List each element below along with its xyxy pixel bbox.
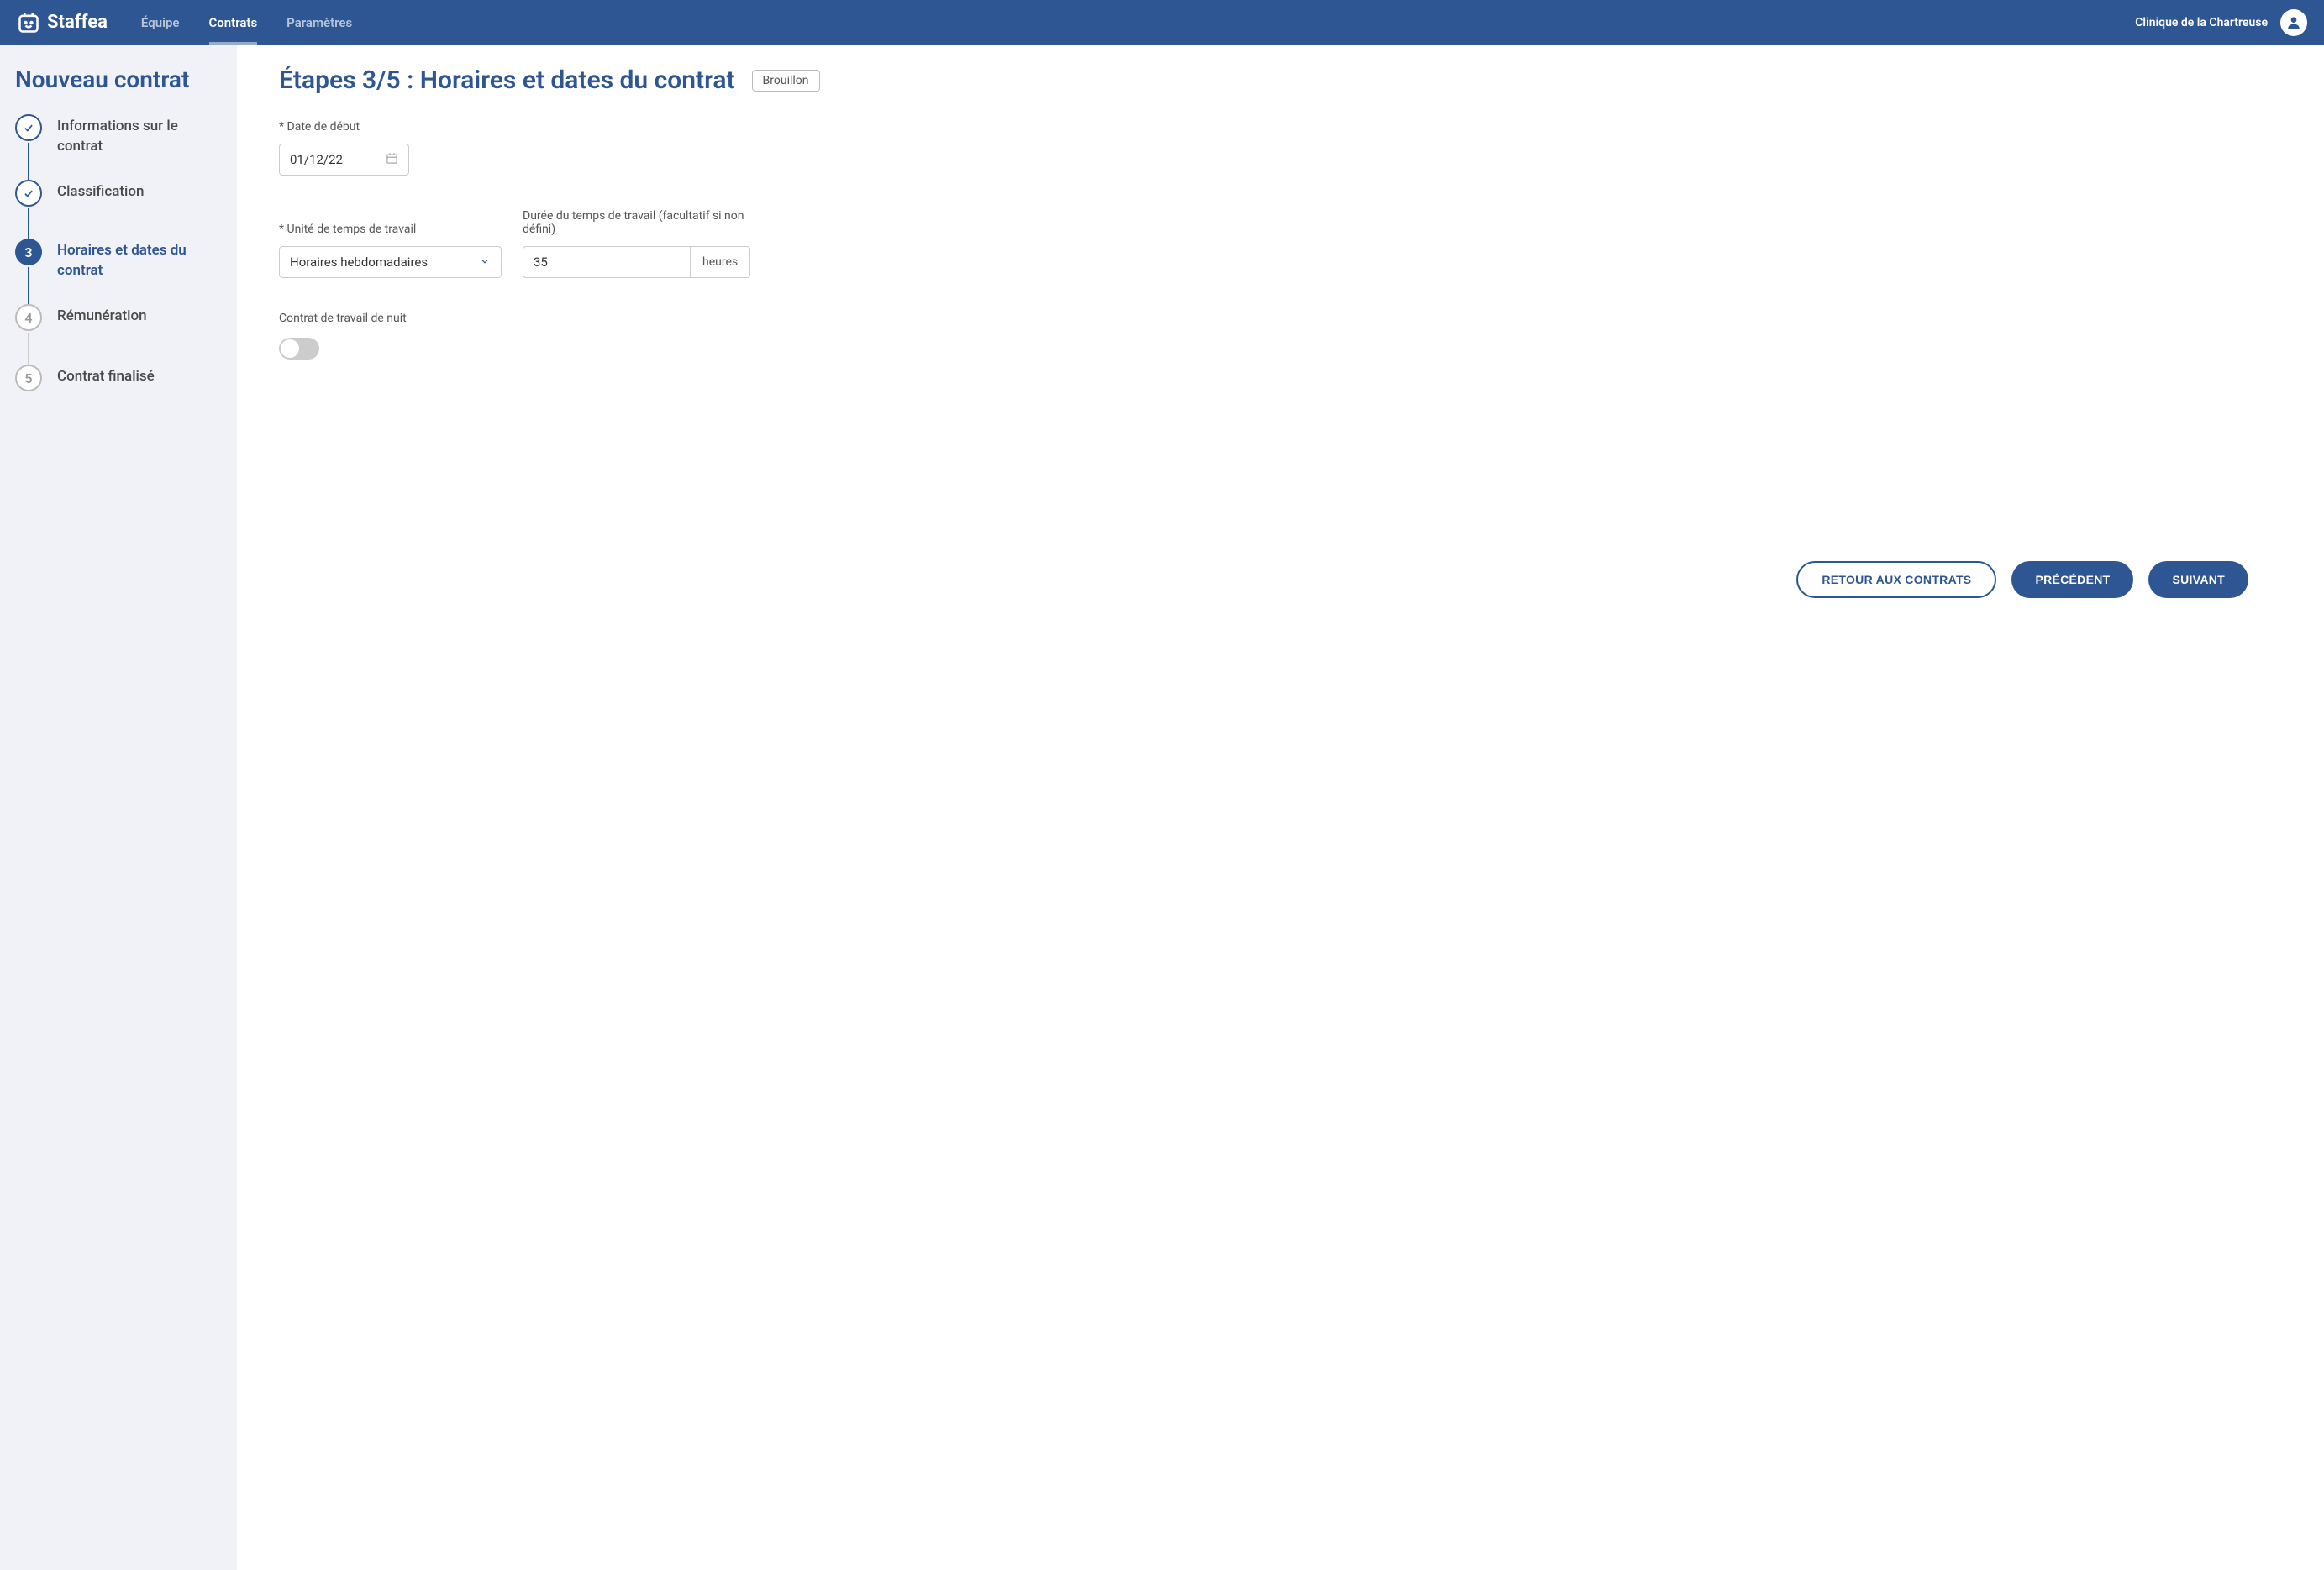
user-avatar[interactable] xyxy=(2280,9,2307,36)
chevron-down-icon xyxy=(479,255,491,270)
check-icon xyxy=(15,114,42,141)
nav-contracts[interactable]: Contrats xyxy=(209,0,258,45)
main-nav: Équipe Contrats Paramètres xyxy=(141,0,352,45)
calendar-icon xyxy=(386,152,398,168)
step-number: 4 xyxy=(15,304,42,331)
night-work-label: Contrat de travail de nuit xyxy=(279,312,2282,325)
duration-label: Durée du temps de travail (facultatif si… xyxy=(523,209,754,236)
night-work-toggle[interactable] xyxy=(279,338,319,360)
page-title: Étapes 3/5 : Horaires et dates du contra… xyxy=(279,66,735,95)
wizard-step-5[interactable]: 5 Contrat finalisé xyxy=(15,365,237,408)
brand-logo: Staffea xyxy=(17,11,108,34)
previous-button[interactable]: PRÉCÉDENT xyxy=(2011,561,2133,598)
time-unit-select[interactable]: Horaires hebdomadaires xyxy=(279,246,502,278)
wizard-step-4[interactable]: 4 Rémunération xyxy=(15,304,237,365)
back-to-contracts-button[interactable]: RETOUR AUX CONTRATS xyxy=(1796,561,1996,598)
org-name: Clinique de la Chartreuse xyxy=(2135,16,2268,29)
time-unit-label: Unité de temps de travail xyxy=(279,223,502,236)
check-icon xyxy=(15,180,42,207)
start-date-label: Date de début xyxy=(279,120,409,134)
duration-input[interactable]: 35 xyxy=(523,246,691,278)
main-content: Étapes 3/5 : Horaires et dates du contra… xyxy=(237,45,2324,1570)
nav-settings[interactable]: Paramètres xyxy=(287,0,352,45)
step-number: 5 xyxy=(15,365,42,391)
step-number: 3 xyxy=(15,239,42,265)
wizard-step-2[interactable]: Classification xyxy=(15,180,237,239)
nav-team[interactable]: Équipe xyxy=(141,0,180,45)
status-badge: Brouillon xyxy=(752,70,820,92)
next-button[interactable]: SUIVANT xyxy=(2148,561,2248,598)
wizard-step-3[interactable]: 3 Horaires et dates du contrat xyxy=(15,239,237,304)
duration-unit: heures xyxy=(691,246,750,278)
wizard-step-1[interactable]: Informations sur le contrat xyxy=(15,114,237,180)
start-date-input[interactable]: 01/12/22 xyxy=(279,144,409,176)
wizard-sidebar: Nouveau contrat Informations sur le cont… xyxy=(0,45,237,1570)
app-header: Staffea Équipe Contrats Paramètres Clini… xyxy=(0,0,2324,45)
calendar-smile-icon xyxy=(17,11,40,34)
sidebar-title: Nouveau contrat xyxy=(15,66,237,93)
brand-text: Staffea xyxy=(47,12,108,33)
